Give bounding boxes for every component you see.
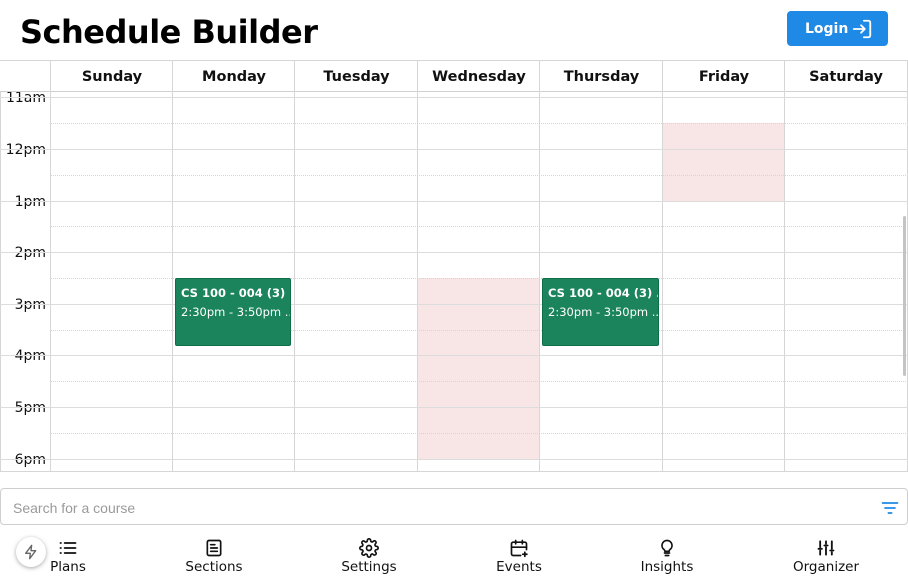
week-calendar: Sunday Monday Tuesday Wednesday Thursday… — [0, 60, 908, 472]
sliders-icon — [817, 540, 835, 556]
day-header-sunday: Sunday — [50, 61, 173, 92]
nav-label: Sections — [185, 559, 243, 575]
gear-icon — [359, 538, 379, 558]
half-hour-line — [50, 226, 908, 227]
hour-line — [0, 97, 908, 98]
nav-organizer[interactable]: Organizer — [786, 527, 866, 584]
nav-label: Plans — [50, 559, 86, 575]
nav-plans[interactable]: Plans — [38, 527, 98, 584]
time-label: 6pm — [14, 452, 46, 468]
login-icon — [852, 19, 872, 39]
nav-sections[interactable]: Sections — [179, 527, 249, 584]
time-label: 4pm — [14, 348, 46, 364]
time-label: 3pm — [14, 297, 46, 313]
nav-insights[interactable]: Insights — [634, 527, 700, 584]
day-header-monday: Monday — [172, 61, 295, 92]
half-hour-line — [50, 381, 908, 382]
calendar-grid[interactable]: 11am 12pm 1pm 2pm 3pm 4pm 5pm 6pm CS 100… — [0, 90, 908, 471]
quick-action-button[interactable] — [16, 537, 46, 567]
hour-line — [0, 459, 908, 460]
day-header-friday: Friday — [662, 61, 785, 92]
nav-events[interactable]: Events — [488, 527, 550, 584]
day-header-thursday: Thursday — [539, 61, 663, 92]
course-event-monday[interactable]: CS 100 - 004 (3) ... 2:30pm - 3:50pm ... — [175, 278, 291, 346]
hour-line — [0, 252, 908, 253]
course-search-box — [0, 488, 908, 525]
time-label: 2pm — [14, 245, 46, 261]
time-label: 1pm — [14, 194, 46, 210]
day-header-row: Sunday Monday Tuesday Wednesday Thursday… — [0, 61, 908, 92]
nav-label: Insights — [640, 559, 694, 575]
time-label: 5pm — [14, 400, 46, 416]
hour-line — [0, 407, 908, 408]
day-header-saturday: Saturday — [784, 61, 908, 92]
calendar-scrollbar[interactable] — [903, 216, 906, 376]
filter-icon[interactable] — [880, 498, 900, 518]
document-icon — [206, 539, 222, 557]
hour-line — [0, 355, 908, 356]
event-title: CS 100 - 004 (3) ... — [548, 286, 659, 300]
lightning-icon — [25, 544, 37, 560]
nav-label: Organizer — [792, 559, 860, 575]
event-time: 2:30pm - 3:50pm ... — [181, 305, 291, 319]
half-hour-line — [50, 175, 908, 176]
login-button[interactable]: Login — [787, 11, 888, 46]
day-header-tuesday: Tuesday — [294, 61, 418, 92]
nav-settings[interactable]: Settings — [334, 527, 404, 584]
event-time: 2:30pm - 3:50pm ... — [548, 305, 659, 319]
lightbulb-icon — [661, 539, 673, 557]
bottom-navigation: Plans Sections Settings Events Insights … — [0, 527, 908, 584]
course-event-thursday[interactable]: CS 100 - 004 (3) ... 2:30pm - 3:50pm ... — [542, 278, 659, 346]
nav-label: Settings — [341, 559, 397, 575]
hour-line — [0, 201, 908, 202]
course-search-input[interactable] — [13, 498, 853, 518]
time-label: 12pm — [5, 142, 46, 158]
time-label: 11am — [5, 90, 46, 106]
unavailable-block-friday — [663, 123, 784, 201]
half-hour-line — [50, 123, 908, 124]
list-icon — [59, 542, 77, 554]
day-header-wednesday: Wednesday — [417, 61, 540, 92]
hour-line — [0, 304, 908, 305]
app-header: Schedule Builder Login — [0, 0, 908, 60]
event-title: CS 100 - 004 (3) ... — [181, 286, 291, 300]
half-hour-line — [50, 433, 908, 434]
login-label: Login — [805, 20, 849, 37]
calendar-add-icon — [510, 539, 528, 558]
hour-line — [0, 149, 908, 150]
unavailable-block-wednesday — [418, 278, 539, 459]
nav-label: Events — [496, 559, 542, 575]
app-title: Schedule Builder — [20, 13, 318, 51]
